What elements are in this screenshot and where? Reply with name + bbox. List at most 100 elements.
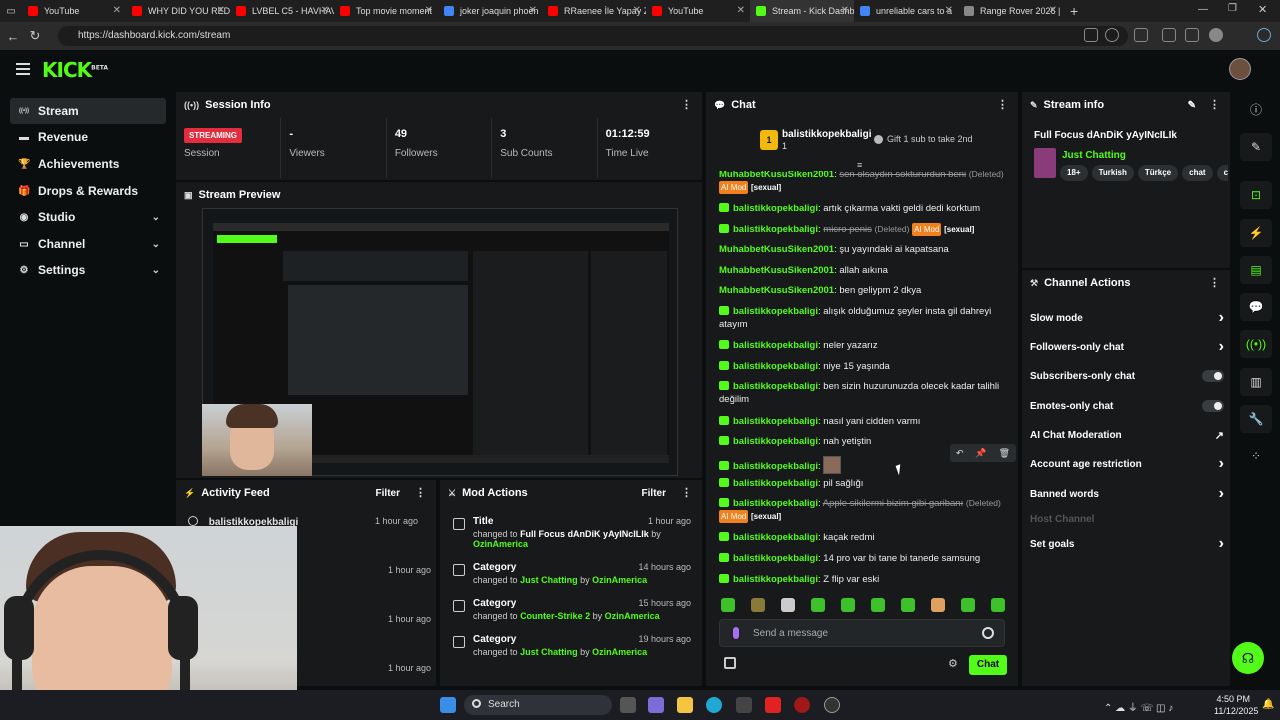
edge-icon[interactable] <box>706 697 722 713</box>
browser-tab[interactable]: YouTube ✕ <box>22 0 126 22</box>
chat-message[interactable]: balistikkopekbaligi: pil sağlığı <box>719 477 1009 490</box>
chat-message[interactable]: MuhabbetKusuSiken2001: ben geliypm 2 dky… <box>719 284 1009 297</box>
youtube-icon[interactable] <box>765 697 781 713</box>
chat-username[interactable]: balistikkopekbaligi <box>733 436 818 447</box>
quick-emote-icon[interactable] <box>871 598 885 612</box>
category-name[interactable]: Just Chatting <box>1062 150 1126 161</box>
browser-tab[interactable]: unreliable cars to a ✕ <box>854 0 958 22</box>
clock[interactable]: 4:50 PM 11/12/2025 <box>1214 693 1258 717</box>
preview-icon[interactable]: ⊡ <box>1240 181 1272 209</box>
chat-username[interactable]: balistikkopekbaligi <box>733 553 818 564</box>
chat-username[interactable]: MuhabbetKusuSiken2001 <box>719 265 834 276</box>
channel-action-set-goals[interactable]: Set goals › <box>1030 534 1224 554</box>
close-tab-icon[interactable]: ✕ <box>945 5 953 16</box>
chat-username[interactable]: balistikkopekbaligi <box>733 532 818 543</box>
broadcast-icon[interactable]: ((•)) <box>1240 330 1272 358</box>
windows-start-icon[interactable] <box>440 697 456 713</box>
kebab-menu-icon[interactable]: ⋮ <box>1209 276 1220 289</box>
moderator-name[interactable]: OzinAmerica <box>473 539 528 549</box>
chat-username[interactable]: balistikkopekbaligi <box>733 478 818 489</box>
moderator-name[interactable]: OzinAmerica <box>605 611 660 621</box>
close-window-button[interactable]: ✕ <box>1258 3 1267 16</box>
user-avatar[interactable] <box>1229 58 1251 80</box>
chat-username[interactable]: balistikkopekbaligi <box>733 224 818 235</box>
chat-message[interactable]: balistikkopekbaligi: Z flip var eski <box>719 573 1009 586</box>
minimize-button[interactable]: — <box>1198 4 1208 15</box>
browser-tab[interactable]: LVBEL C5 - HAVHAV ✕ <box>230 0 334 22</box>
sidebar-item-achievements[interactable]: 🏆 Achievements <box>10 151 166 177</box>
menu-icon[interactable] <box>16 63 30 78</box>
task-view-icon[interactable] <box>620 697 636 713</box>
support-chat-button[interactable]: ☊ <box>1232 642 1264 674</box>
close-tab-icon[interactable]: ✕ <box>321 5 329 16</box>
browser-tab[interactable]: Top movie moment ✕ <box>334 0 438 22</box>
quick-emote-icon[interactable] <box>811 598 825 612</box>
close-tab-icon[interactable]: ✕ <box>1049 5 1057 16</box>
quick-emote-icon[interactable] <box>901 598 915 612</box>
sidebar-item-stream[interactable]: ((•)) Stream <box>10 98 166 124</box>
chat-username[interactable]: MuhabbetKusuSiken2001 <box>719 244 834 255</box>
sidebar-item-channel[interactable]: ▭ Channel ⌄ <box>10 231 166 257</box>
wrench-icon[interactable]: 🔧 <box>1240 405 1272 433</box>
chat-message[interactable]: balistikkopekbaligi: kaçak redmi <box>719 531 1009 544</box>
sidebar-item-settings[interactable]: ⚙ Settings ⌄ <box>10 257 166 283</box>
chat-message[interactable]: balistikkopekbaligi: Apple sikilermi biz… <box>719 497 1009 523</box>
stream-tag[interactable]: chat <box>1182 165 1213 181</box>
gift-sub-text[interactable]: Gift 1 sub to take 2nd <box>887 134 973 144</box>
chat-username[interactable]: balistikkopekbaligi <box>733 203 818 214</box>
stream-tag[interactable]: c <box>1216 165 1228 181</box>
browser-tab[interactable]: RRaenee İle Yapay Z ✕ <box>542 0 646 22</box>
layout-icon[interactable]: ▥ <box>1240 368 1272 396</box>
chat-message[interactable]: balistikkopekbaligi: artık çıkarma vakti… <box>719 202 1009 215</box>
delete-icon[interactable]: 🗑 <box>999 448 1010 459</box>
browser-tab[interactable]: Range Rover 2026 | ✕ <box>958 0 1062 22</box>
sidebar-item-drops-rewards[interactable]: 🎁 Drops & Rewards <box>10 178 166 204</box>
teams-icon[interactable] <box>648 697 664 713</box>
pinned-collapse-icon[interactable]: ≡ <box>857 160 862 170</box>
edit-icon[interactable]: ✎ <box>1188 100 1196 111</box>
chat-settings-icon[interactable]: ⚙ <box>948 657 958 670</box>
pin-icon[interactable]: 📌 <box>975 448 986 459</box>
chat-message[interactable]: balistikkopekbaligi: neler yazarız <box>719 339 1009 352</box>
chat-message[interactable]: balistikkopekbaligi: nasıl yani cidden v… <box>719 415 1009 428</box>
browser-tab[interactable]: YouTube ✕ <box>646 0 750 22</box>
close-tab-icon[interactable]: ✕ <box>529 5 537 16</box>
document-icon[interactable]: ▤ <box>1240 256 1272 284</box>
moderator-name[interactable]: OzinAmerica <box>592 575 647 585</box>
refresh-button[interactable]: ↻ <box>24 28 46 44</box>
chat-message[interactable]: balistikkopekbaligi: niye 15 yaşında <box>719 360 1009 373</box>
chat-icon[interactable]: 💬 <box>1240 293 1272 321</box>
activity-filter-button[interactable]: Filter <box>376 488 400 499</box>
store-icon[interactable] <box>724 657 736 669</box>
new-tab-button[interactable]: + <box>1070 3 1078 19</box>
channel-action-emotes-only-chat[interactable]: Emotes-only chat <box>1030 396 1224 416</box>
chat-message[interactable]: MuhabbetKusuSiken2001: sen olsaydın sokt… <box>719 171 1009 194</box>
chat-username[interactable]: MuhabbetKusuSiken2001 <box>719 285 834 296</box>
store-icon[interactable] <box>736 697 752 713</box>
chat-message[interactable]: balistikkopekbaligi: alışık olduğumuz şe… <box>719 305 1009 331</box>
channel-action-banned-words[interactable]: Banned words › <box>1030 484 1224 504</box>
profile-icon[interactable] <box>1209 28 1223 42</box>
stream-tag[interactable]: 18+ <box>1060 165 1088 181</box>
mic-icon[interactable] <box>733 627 739 639</box>
read-aloud-icon[interactable] <box>1084 28 1098 42</box>
kick-logo[interactable]: KICKBETA <box>42 58 108 82</box>
taskbar-search[interactable]: Search <box>464 695 612 715</box>
notifications-icon[interactable]: 🔔 <box>1262 699 1274 710</box>
sidebar-item-revenue[interactable]: ▬ Revenue <box>10 124 166 150</box>
stream-tag[interactable]: Turkish <box>1091 165 1134 181</box>
chat-username[interactable]: balistikkopekbaligi <box>733 461 818 472</box>
chat-username[interactable]: balistikkopekbaligi <box>733 340 818 351</box>
chat-username[interactable]: balistikkopekbaligi <box>733 498 818 509</box>
file-explorer-icon[interactable] <box>677 697 693 713</box>
apps-icon[interactable]: ⁘ <box>1240 442 1272 470</box>
channel-action-ai-chat-moderation[interactable]: AI Chat Moderation ↗ <box>1030 425 1224 445</box>
sidebar-item-studio[interactable]: ◉ Studio ⌄ <box>10 204 166 230</box>
split-screen-icon[interactable] <box>1162 28 1176 42</box>
quick-emote-icon[interactable] <box>961 598 975 612</box>
info-icon[interactable]: ⓘ <box>1240 95 1272 123</box>
channel-action-slow-mode[interactable]: Slow mode › <box>1030 308 1224 328</box>
tab-actions-icon[interactable]: ▭ <box>0 0 22 22</box>
toggle-switch[interactable] <box>1202 400 1224 412</box>
tray-icons[interactable]: ⌃ ☁ ⏚ ☏ ◫ ♪ <box>1104 699 1173 714</box>
